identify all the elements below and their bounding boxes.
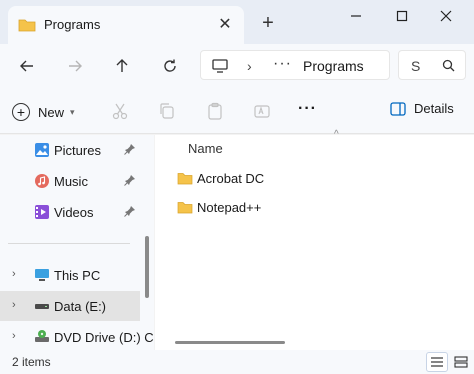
details-pane-icon — [390, 101, 406, 116]
tiles-view-icon — [454, 356, 468, 368]
title-bar: Programs ✕ + — [0, 0, 474, 44]
tab-label: Programs — [44, 17, 101, 32]
minimize-button[interactable] — [338, 4, 374, 28]
rename-button[interactable] — [252, 101, 272, 121]
sidebar-item-label: This PC — [54, 268, 101, 283]
chevron-right-icon[interactable]: › — [12, 268, 16, 280]
sidebar-item-label: Music — [54, 174, 88, 189]
sidebar-item-label: Data (E:) — [54, 299, 107, 314]
folder-icon — [18, 18, 36, 35]
dvd-drive-icon — [34, 329, 50, 345]
pin-icon[interactable] — [124, 205, 136, 220]
address-row: › ··· Programs S — [0, 44, 474, 88]
sidebar-item-data-e[interactable]: › Data (E:) — [0, 291, 140, 321]
close-icon — [440, 10, 452, 22]
scissors-icon — [112, 103, 128, 120]
minimize-icon — [351, 15, 361, 17]
sidebar-item-music[interactable]: Music — [0, 166, 140, 196]
videos-icon — [34, 204, 50, 220]
list-item[interactable]: Acrobat DC — [175, 167, 375, 191]
details-label: Details — [414, 101, 454, 116]
music-icon — [34, 173, 50, 189]
copy-button[interactable] — [157, 101, 177, 121]
arrow-up-icon — [116, 59, 128, 72]
arrow-left-icon — [20, 60, 33, 72]
chevron-right-icon[interactable]: › — [12, 299, 16, 311]
details-view-button[interactable] — [426, 352, 448, 372]
pin-icon[interactable] — [124, 143, 136, 158]
folder-icon — [177, 172, 193, 188]
navigation-pane: Pictures Music Videos › This PC › Data (… — [0, 135, 154, 350]
new-label: New — [38, 104, 65, 120]
arrow-right-icon — [69, 60, 82, 72]
sidebar-item-label: DVD Drive (D:) C — [54, 330, 154, 345]
clipboard-icon — [208, 102, 222, 120]
status-bar: 2 items — [0, 350, 474, 374]
file-list: ^ Name Acrobat DC Notepad++ — [155, 129, 474, 350]
search-input[interactable]: S — [398, 50, 466, 80]
sidebar-scrollbar[interactable] — [145, 236, 149, 298]
sidebar-item-dvd-drive[interactable]: › DVD Drive (D:) C — [0, 322, 154, 350]
up-button[interactable] — [109, 53, 135, 79]
sidebar-item-label: Videos — [54, 205, 94, 220]
item-name: Acrobat DC — [197, 171, 265, 186]
search-icon[interactable] — [442, 59, 455, 75]
more-options-button[interactable]: ··· — [298, 100, 317, 118]
chevron-right-icon[interactable]: › — [12, 330, 16, 342]
search-placeholder: S — [411, 58, 421, 74]
refresh-icon — [164, 59, 176, 72]
rename-icon — [254, 105, 270, 118]
chevron-down-icon: ▾ — [70, 106, 75, 117]
tiles-view-button[interactable] — [450, 352, 472, 372]
new-button[interactable]: + New ▾ — [12, 100, 75, 124]
maximize-button[interactable] — [384, 4, 420, 28]
close-tab-icon[interactable]: ✕ — [216, 15, 234, 33]
details-button[interactable]: Details — [390, 101, 454, 116]
breadcrumb-overflow[interactable]: ··· — [273, 55, 292, 73]
command-bar: + New ▾ ··· Details — [0, 88, 474, 134]
drive-icon — [34, 298, 50, 314]
chevron-right-icon[interactable]: › — [247, 58, 252, 74]
tab-programs[interactable]: Programs ✕ — [8, 6, 244, 44]
sidebar-divider — [8, 243, 130, 244]
copy-icon — [160, 103, 174, 119]
list-view-icon — [431, 357, 443, 367]
close-window-button[interactable] — [428, 4, 464, 28]
address-bar[interactable]: › ··· Programs — [200, 50, 390, 80]
paste-button[interactable] — [205, 101, 225, 121]
monitor-icon — [212, 59, 228, 76]
forward-button[interactable] — [62, 53, 88, 79]
column-header-name[interactable]: Name — [188, 141, 223, 156]
new-tab-button[interactable]: + — [258, 13, 278, 34]
plus-icon: + — [12, 103, 30, 121]
maximize-icon — [396, 10, 408, 22]
sort-ascending-icon: ^ — [334, 129, 339, 140]
sidebar-item-pictures[interactable]: Pictures — [0, 135, 140, 165]
sidebar-item-label: Pictures — [54, 143, 101, 158]
pictures-icon — [34, 142, 50, 158]
item-name: Notepad++ — [197, 200, 262, 215]
item-count: 2 items — [12, 355, 51, 369]
cut-button[interactable] — [110, 101, 130, 121]
list-item[interactable]: Notepad++ — [175, 196, 375, 220]
folder-icon — [177, 201, 193, 217]
pc-icon — [34, 267, 50, 283]
pin-icon[interactable] — [124, 174, 136, 189]
breadcrumb-programs[interactable]: Programs — [303, 58, 364, 74]
back-button[interactable] — [14, 53, 40, 79]
sidebar-item-videos[interactable]: Videos — [0, 197, 140, 227]
refresh-button[interactable] — [157, 53, 183, 79]
sidebar-item-this-pc[interactable]: › This PC — [0, 260, 140, 290]
horizontal-scrollbar[interactable] — [175, 341, 285, 344]
